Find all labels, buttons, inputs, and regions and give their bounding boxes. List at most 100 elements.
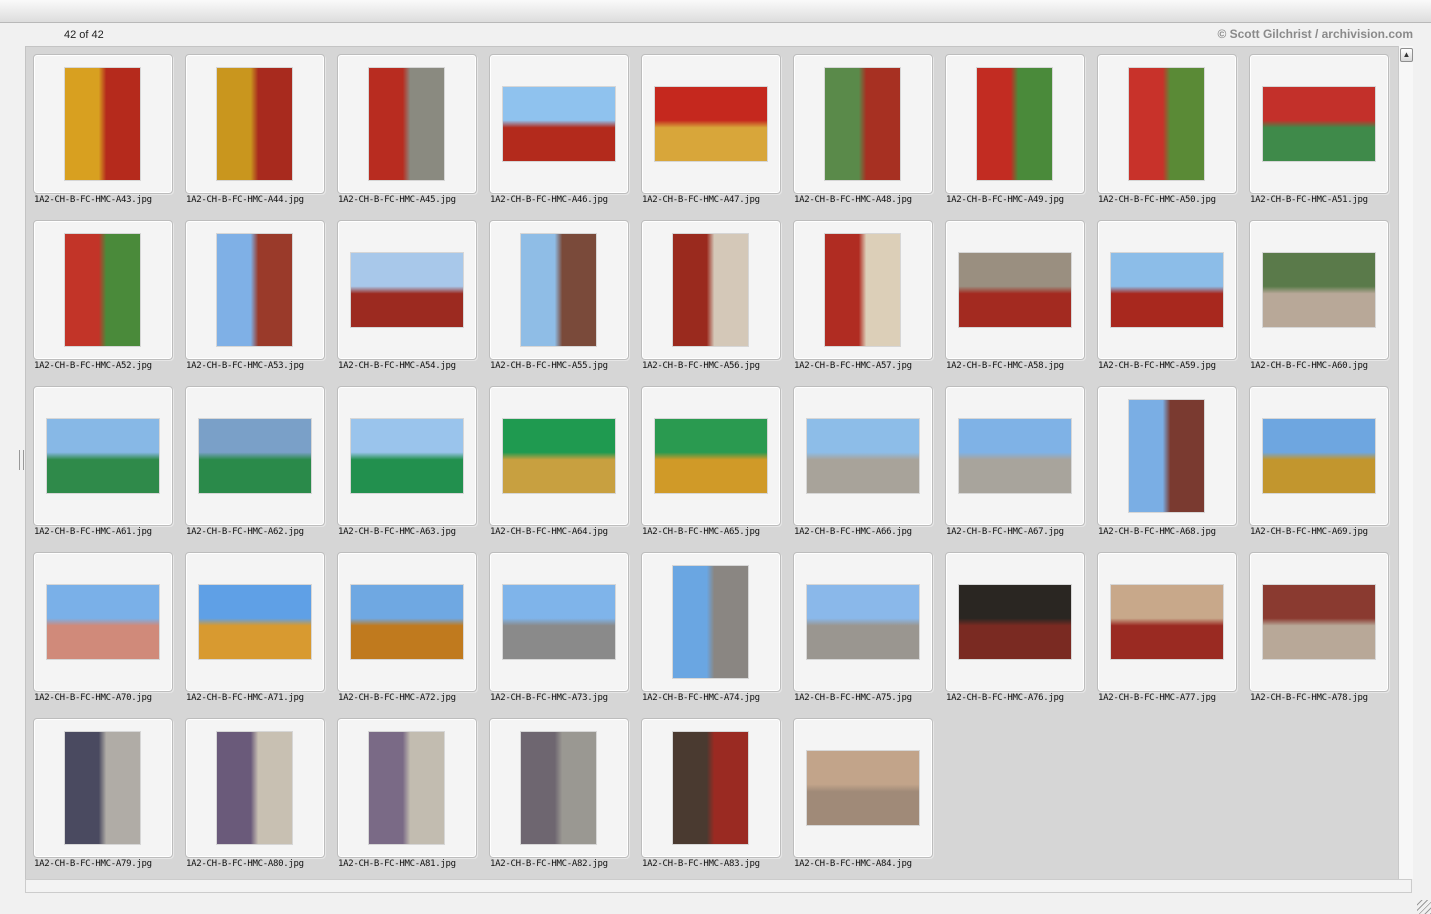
thumbnail-frame[interactable] [489, 54, 629, 194]
thumbnail-item[interactable]: 1A2-CH-B-FC-HMC-A57.jpg [793, 220, 945, 386]
thumbnail-frame[interactable] [1097, 552, 1237, 692]
thumbnail-frame[interactable] [1249, 54, 1389, 194]
thumbnail-frame[interactable] [1249, 552, 1389, 692]
thumbnail-frame[interactable] [337, 552, 477, 692]
thumbnail-item[interactable]: 1A2-CH-B-FC-HMC-A63.jpg [337, 386, 489, 552]
thumbnail-image[interactable] [351, 585, 463, 659]
thumbnail-image[interactable] [503, 419, 615, 493]
thumbnail-item[interactable]: 1A2-CH-B-FC-HMC-A53.jpg [185, 220, 337, 386]
thumbnail-frame[interactable] [33, 220, 173, 360]
thumbnail-item[interactable]: 1A2-CH-B-FC-HMC-A73.jpg [489, 552, 641, 718]
thumbnail-frame[interactable] [489, 386, 629, 526]
thumbnail-frame[interactable] [185, 552, 325, 692]
thumbnail-item[interactable]: 1A2-CH-B-FC-HMC-A47.jpg [641, 54, 793, 220]
thumbnail-item[interactable]: 1A2-CH-B-FC-HMC-A79.jpg [33, 718, 185, 884]
thumbnail-image[interactable] [521, 732, 596, 844]
thumbnail-item[interactable]: 1A2-CH-B-FC-HMC-A49.jpg [945, 54, 1097, 220]
thumbnail-frame[interactable] [33, 54, 173, 194]
thumbnail-image[interactable] [47, 585, 159, 659]
thumbnail-item[interactable]: 1A2-CH-B-FC-HMC-A82.jpg [489, 718, 641, 884]
thumbnail-item[interactable]: 1A2-CH-B-FC-HMC-A69.jpg [1249, 386, 1401, 552]
thumbnail-image[interactable] [807, 419, 919, 493]
thumbnail-image[interactable] [199, 419, 311, 493]
thumbnail-item[interactable]: 1A2-CH-B-FC-HMC-A83.jpg [641, 718, 793, 884]
thumbnail-image[interactable] [1111, 585, 1223, 659]
thumbnail-frame[interactable] [945, 386, 1085, 526]
thumbnail-frame[interactable] [33, 718, 173, 858]
thumbnail-frame[interactable] [1097, 386, 1237, 526]
thumbnail-image[interactable] [521, 234, 596, 346]
thumbnail-item[interactable]: 1A2-CH-B-FC-HMC-A43.jpg [33, 54, 185, 220]
thumbnail-image[interactable] [217, 234, 292, 346]
thumbnail-item[interactable]: 1A2-CH-B-FC-HMC-A66.jpg [793, 386, 945, 552]
thumbnail-item[interactable]: 1A2-CH-B-FC-HMC-A70.jpg [33, 552, 185, 718]
thumbnail-frame[interactable] [337, 54, 477, 194]
thumbnail-frame[interactable] [489, 718, 629, 858]
thumbnail-item[interactable]: 1A2-CH-B-FC-HMC-A46.jpg [489, 54, 641, 220]
thumbnail-image[interactable] [351, 253, 463, 327]
horizontal-scrollbar[interactable] [25, 879, 1412, 893]
thumbnail-frame[interactable] [337, 220, 477, 360]
thumbnail-frame[interactable] [641, 220, 781, 360]
thumbnail-item[interactable]: 1A2-CH-B-FC-HMC-A51.jpg [1249, 54, 1401, 220]
thumbnail-image[interactable] [1111, 253, 1223, 327]
thumbnail-frame[interactable] [945, 54, 1085, 194]
thumbnail-item[interactable]: 1A2-CH-B-FC-HMC-A72.jpg [337, 552, 489, 718]
thumbnail-item[interactable]: 1A2-CH-B-FC-HMC-A52.jpg [33, 220, 185, 386]
resize-grip-icon[interactable] [1417, 900, 1431, 914]
thumbnail-item[interactable]: 1A2-CH-B-FC-HMC-A50.jpg [1097, 54, 1249, 220]
thumbnail-frame[interactable] [1249, 220, 1389, 360]
thumbnail-item[interactable]: 1A2-CH-B-FC-HMC-A67.jpg [945, 386, 1097, 552]
thumbnail-frame[interactable] [185, 54, 325, 194]
thumbnail-image[interactable] [65, 732, 140, 844]
thumbnail-image[interactable] [1263, 585, 1375, 659]
thumbnail-frame[interactable] [185, 718, 325, 858]
thumbnail-frame[interactable] [641, 386, 781, 526]
thumbnail-item[interactable]: 1A2-CH-B-FC-HMC-A76.jpg [945, 552, 1097, 718]
thumbnail-item[interactable]: 1A2-CH-B-FC-HMC-A62.jpg [185, 386, 337, 552]
thumbnail-image[interactable] [65, 68, 140, 180]
thumbnail-image[interactable] [217, 68, 292, 180]
splitter-grip[interactable] [19, 450, 24, 470]
thumbnail-frame[interactable] [1097, 220, 1237, 360]
thumbnail-item[interactable]: 1A2-CH-B-FC-HMC-A65.jpg [641, 386, 793, 552]
thumbnail-image[interactable] [959, 253, 1071, 327]
thumbnail-image[interactable] [673, 566, 748, 678]
thumbnail-frame[interactable] [185, 220, 325, 360]
thumbnail-frame[interactable] [793, 718, 933, 858]
thumbnail-frame[interactable] [945, 552, 1085, 692]
thumbnail-image[interactable] [673, 234, 748, 346]
thumbnail-frame[interactable] [33, 386, 173, 526]
thumbnail-item[interactable]: 1A2-CH-B-FC-HMC-A68.jpg [1097, 386, 1249, 552]
thumbnail-image[interactable] [217, 732, 292, 844]
thumbnail-item[interactable]: 1A2-CH-B-FC-HMC-A58.jpg [945, 220, 1097, 386]
thumbnail-item[interactable]: 1A2-CH-B-FC-HMC-A64.jpg [489, 386, 641, 552]
thumbnail-item[interactable]: 1A2-CH-B-FC-HMC-A48.jpg [793, 54, 945, 220]
thumbnail-item[interactable]: 1A2-CH-B-FC-HMC-A60.jpg [1249, 220, 1401, 386]
thumbnail-image[interactable] [1263, 419, 1375, 493]
thumbnail-item[interactable]: 1A2-CH-B-FC-HMC-A81.jpg [337, 718, 489, 884]
thumbnail-image[interactable] [65, 234, 140, 346]
thumbnail-image[interactable] [503, 585, 615, 659]
thumbnail-image[interactable] [351, 419, 463, 493]
thumbnail-frame[interactable] [641, 54, 781, 194]
thumbnail-frame[interactable] [641, 718, 781, 858]
thumbnail-frame[interactable] [945, 220, 1085, 360]
scroll-up-arrow-icon[interactable]: ▲ [1400, 48, 1413, 62]
thumbnail-frame[interactable] [185, 386, 325, 526]
vertical-scrollbar[interactable]: ▲ [1398, 46, 1413, 879]
thumbnail-image[interactable] [807, 751, 919, 825]
thumbnail-frame[interactable] [1097, 54, 1237, 194]
thumbnail-item[interactable]: 1A2-CH-B-FC-HMC-A75.jpg [793, 552, 945, 718]
thumbnail-frame[interactable] [793, 54, 933, 194]
thumbnail-image[interactable] [825, 234, 900, 346]
thumbnail-image[interactable] [1129, 68, 1204, 180]
thumbnail-image[interactable] [369, 732, 444, 844]
thumbnail-item[interactable]: 1A2-CH-B-FC-HMC-A84.jpg [793, 718, 945, 884]
thumbnail-item[interactable]: 1A2-CH-B-FC-HMC-A71.jpg [185, 552, 337, 718]
thumbnail-image[interactable] [655, 419, 767, 493]
thumbnail-image[interactable] [977, 68, 1052, 180]
thumbnail-image[interactable] [959, 419, 1071, 493]
thumbnail-frame[interactable] [337, 386, 477, 526]
thumbnail-item[interactable]: 1A2-CH-B-FC-HMC-A54.jpg [337, 220, 489, 386]
